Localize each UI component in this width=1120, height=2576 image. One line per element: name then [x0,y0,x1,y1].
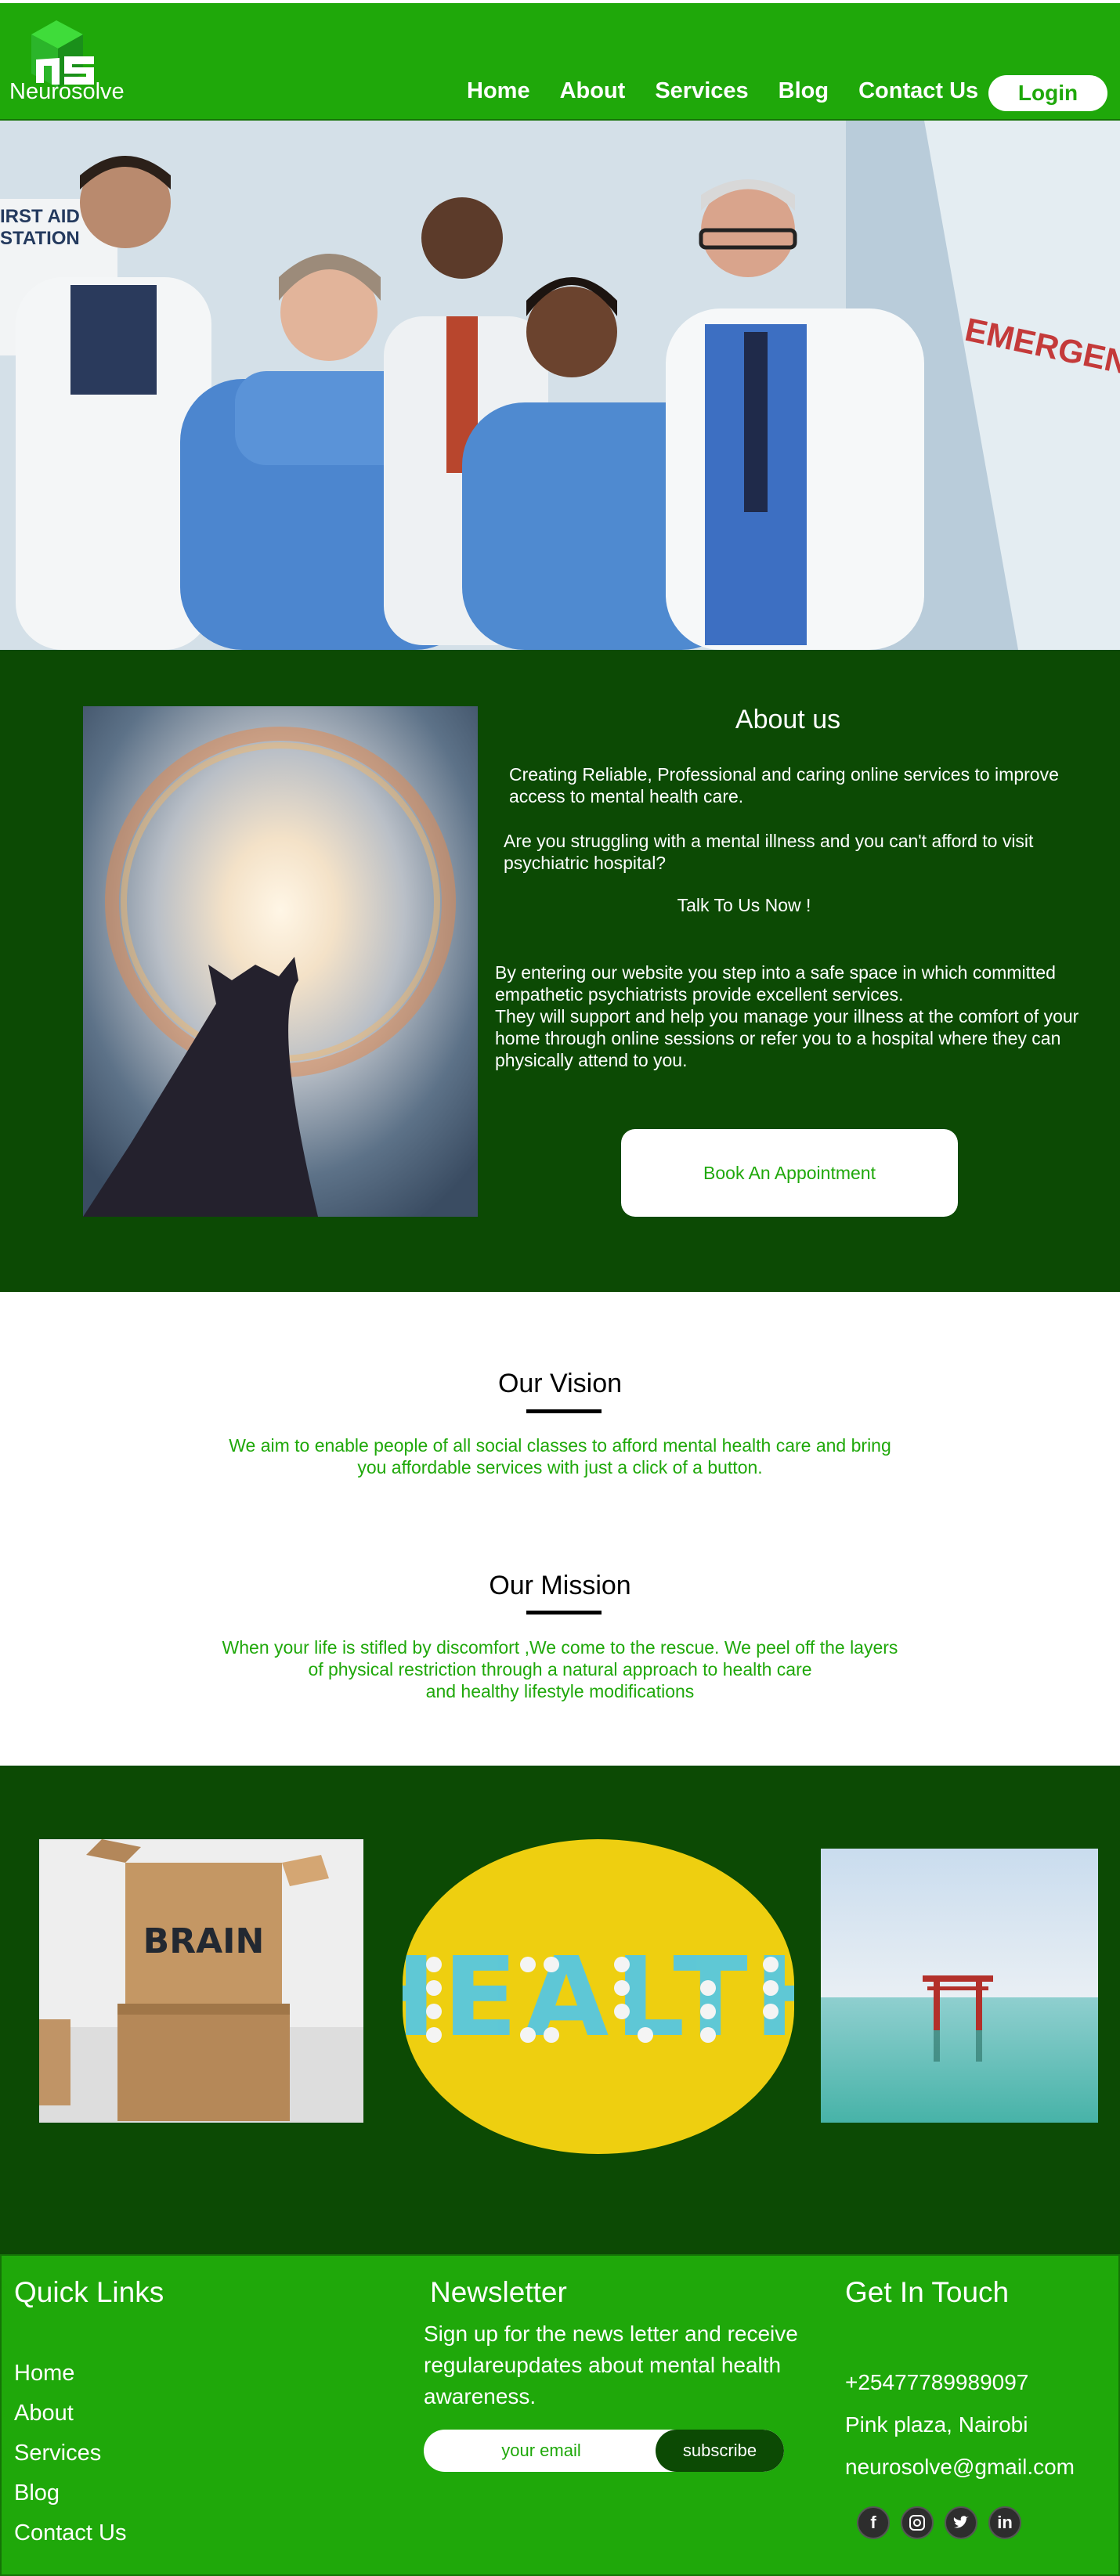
about-paragraph-4: They will support and help you manage yo… [495,1006,1079,1070]
twitter-icon[interactable] [945,2506,977,2539]
nav-services[interactable]: Services [655,78,748,104]
hero-image: IRST AID STATION EMERGENCY [0,121,1120,650]
brand-name: Neurosolve [9,79,125,104]
about-cta-text: Talk To Us Now ! [677,895,811,915]
about-section: About us Creating Reliable, Professional… [0,650,1120,1292]
newsletter-email-input[interactable] [424,2430,659,2472]
footer-link-home[interactable]: Home [14,2361,74,2387]
login-button[interactable]: Login [988,75,1107,111]
svg-text:STATION: STATION [0,228,80,249]
navbar: Neurosolve Home About Services Blog Cont… [0,3,1120,121]
nav-home[interactable]: Home [467,78,530,104]
vision-underline [526,1409,602,1413]
footer-link-blog[interactable]: Blog [14,2480,60,2506]
brain-box-label: BRAIN [143,1921,265,1961]
vision-title: Our Vision [497,1369,623,1398]
mission-line-3: and healthy lifestyle modifications [425,1681,695,1701]
contact-address: Pink plaza, Nairobi [845,2412,1028,2437]
mission-title: Our Mission [489,1571,631,1600]
medical-team-photo: IRST AID STATION EMERGENCY [0,121,1120,650]
newsletter-form: subscribe [424,2430,784,2472]
vision-line-2: you affordable services with just a clic… [357,1457,763,1477]
footer: Quick Links Home About Services Blog Con… [0,2254,1120,2576]
gallery-section: BRAIN HEALTH [0,1766,1120,2254]
nav-about[interactable]: About [560,78,626,104]
footer-link-services[interactable]: Services [14,2441,101,2466]
instagram-icon[interactable] [901,2506,934,2539]
about-title: About us [735,705,841,734]
footer-link-contact[interactable]: Contact Us [14,2520,126,2546]
linkedin-icon[interactable]: in [988,2506,1021,2539]
newsletter-line-3: awareness. [424,2384,537,2408]
about-paragraph-3: By entering our website you step into a … [495,962,1056,1005]
newsletter-line-2: regulareupdates about mental health [424,2353,782,2377]
quick-links-title: Quick Links [14,2276,164,2308]
hand-halo-photo [83,706,478,1217]
vision-line-1: We aim to enable people of all social cl… [229,1435,891,1456]
footer-link-about[interactable]: About [14,2401,74,2426]
mission-underline [526,1611,602,1615]
torii-gate-image [821,1849,1098,2123]
facebook-icon[interactable]: f [857,2506,890,2539]
about-paragraph-2: Are you struggling with a mental illness… [504,831,1034,873]
contact-email[interactable]: neurosolve@gmail.com [845,2452,1075,2483]
mission-line-2: of physical restriction through a natura… [308,1659,812,1679]
nav-contact[interactable]: Contact Us [858,78,978,104]
subscribe-button[interactable]: subscribe [656,2430,784,2472]
svg-text:IRST AID: IRST AID [0,206,80,227]
health-pills-image: HEALTH [403,1839,794,2154]
about-image [83,706,478,1217]
contact-phone: +25477789989097 [845,2370,1029,2394]
nav-links: Home About Services Blog Contact Us [467,78,978,104]
newsletter-line-1: Sign up for the news letter and receive [424,2322,798,2346]
book-appointment-button[interactable]: Book An Appointment [621,1129,958,1217]
newsletter-title: Newsletter [430,2276,567,2308]
mission-line-1: When your life is stifled by discomfort … [222,1637,898,1658]
health-pills-label: HEALTH [403,1934,794,2062]
about-paragraph-1: Creating Reliable, Professional and cari… [509,764,1059,806]
brain-box-image: BRAIN [39,1839,363,2123]
contact-title: Get In Touch [845,2276,1010,2308]
nav-blog[interactable]: Blog [779,78,829,104]
